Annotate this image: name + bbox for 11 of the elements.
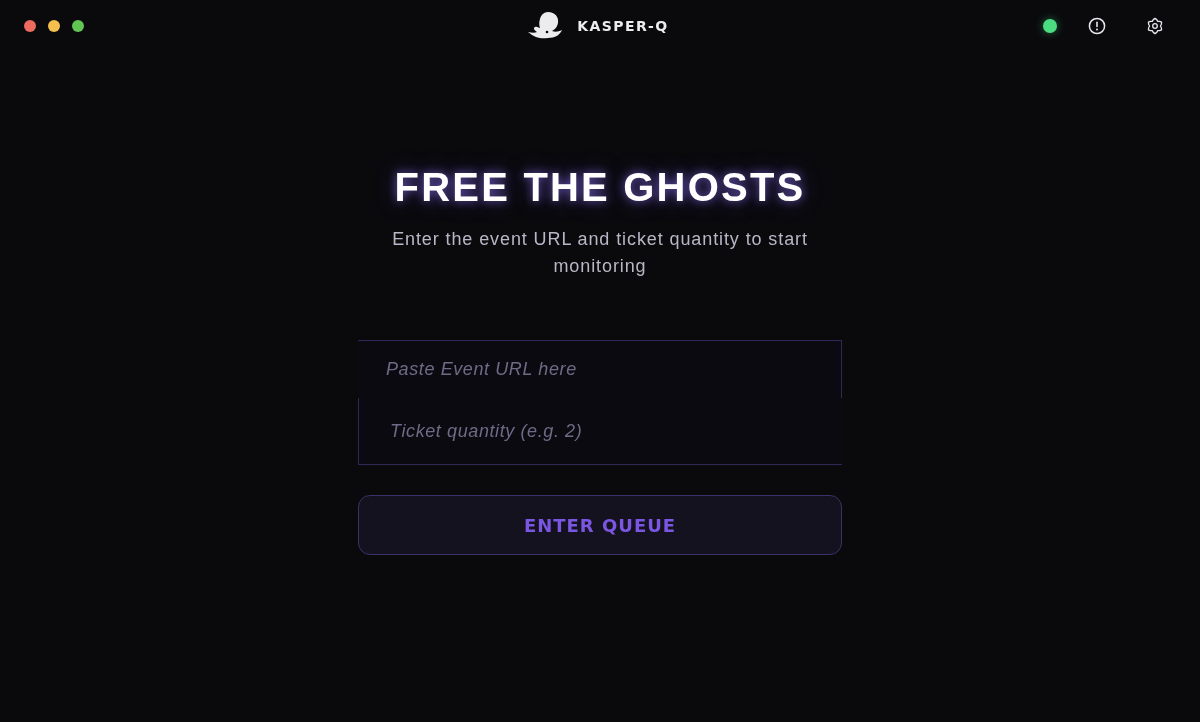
app-name: KASPER-Q	[577, 18, 669, 34]
info-icon[interactable]	[1088, 17, 1106, 35]
quantity-input-field[interactable]: Ticket quantity (e.g. 2)	[358, 398, 842, 465]
maximize-button[interactable]	[72, 20, 84, 32]
close-button[interactable]	[24, 20, 36, 32]
settings-icon[interactable]	[1146, 17, 1164, 35]
minimize-button[interactable]	[48, 20, 60, 32]
page-title: FREE THE GHOSTS	[394, 164, 806, 211]
url-input-field[interactable]: Paste Event URL here	[358, 340, 842, 398]
enter-queue-button[interactable]: ENTER QUEUE	[358, 495, 842, 555]
page-subtitle: Enter the event URL and ticket quantity to start monitoring	[391, 228, 809, 278]
